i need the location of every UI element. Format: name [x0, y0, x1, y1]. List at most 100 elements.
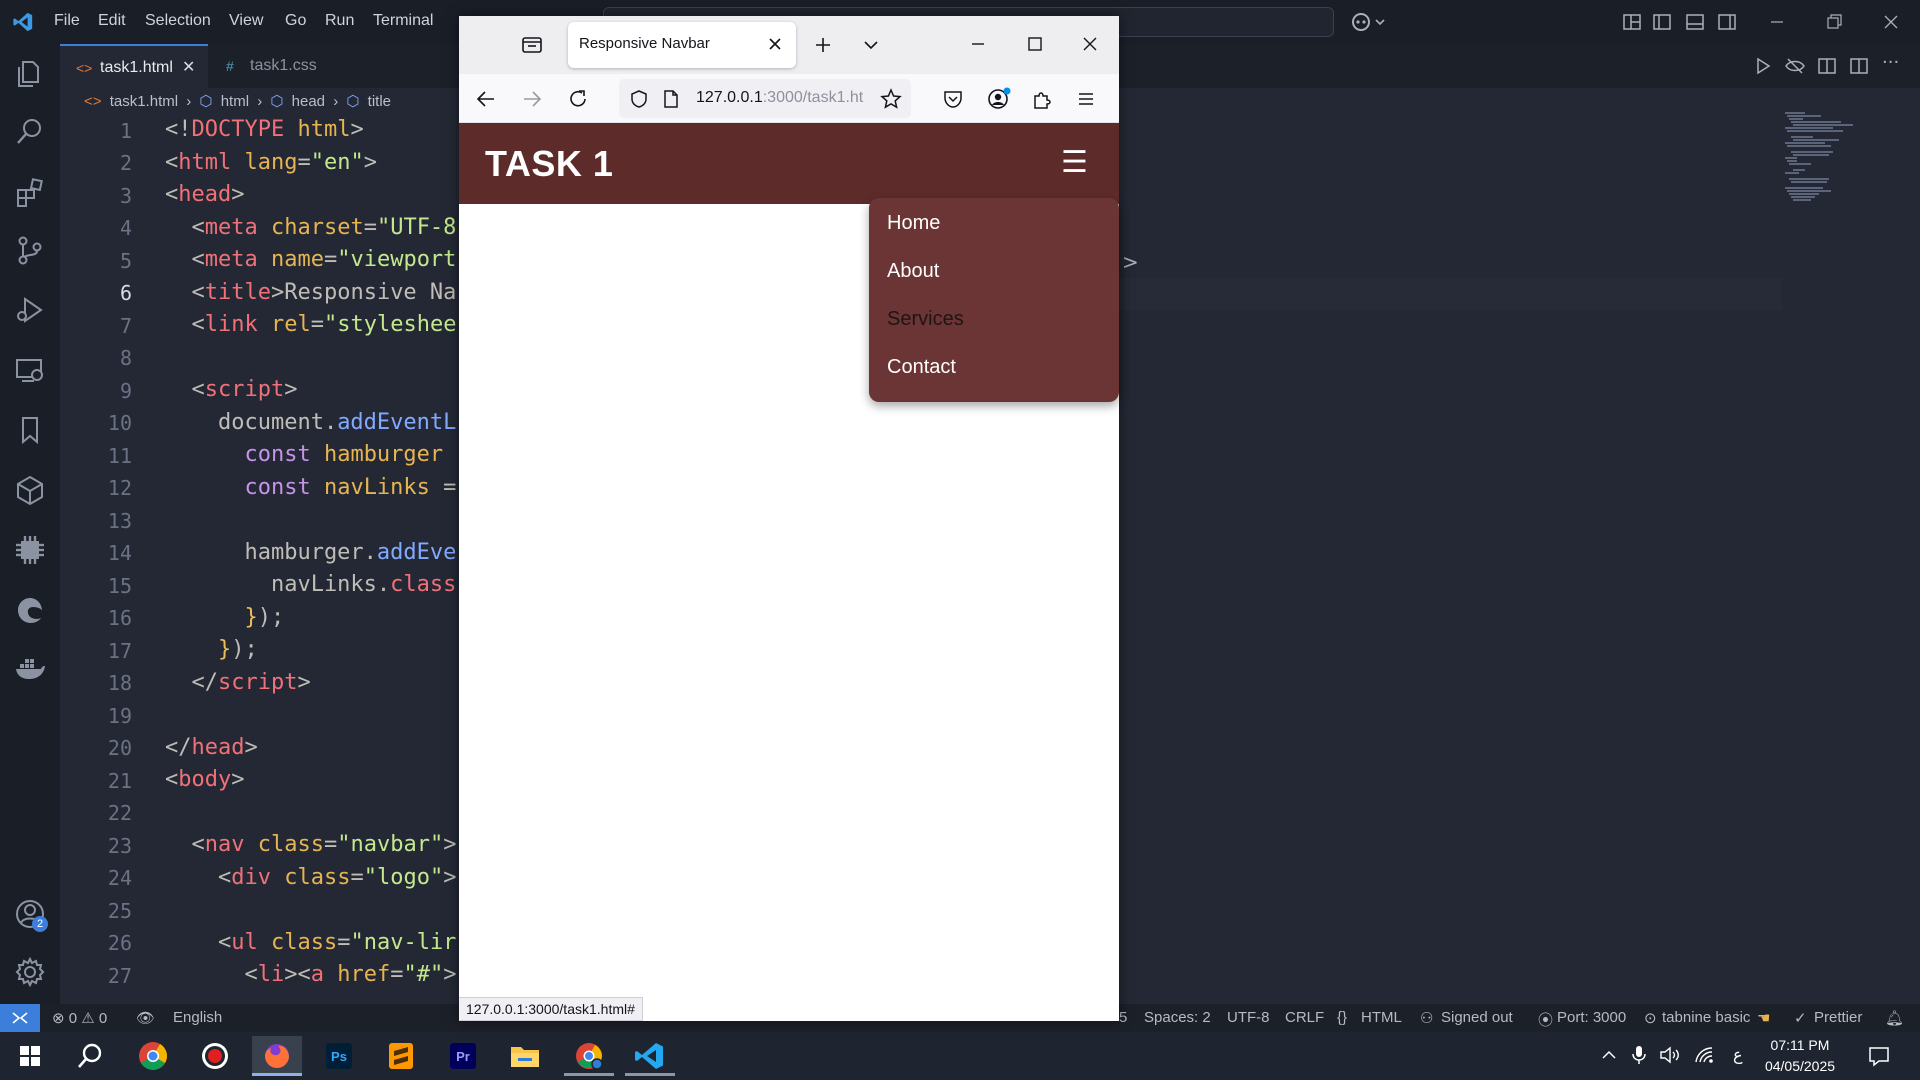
speaker-icon[interactable] [1659, 1045, 1683, 1065]
notification-center-icon[interactable] [1867, 1044, 1891, 1068]
toggle-panel-icon[interactable] [1685, 12, 1705, 32]
remote-explorer-icon[interactable] [14, 354, 46, 386]
code-line[interactable]: <meta name="viewport [165, 247, 456, 272]
menu-run[interactable]: Run [325, 12, 354, 30]
breadcrumb-item-html[interactable]: html [221, 93, 249, 110]
split-editor-icon[interactable] [1849, 56, 1869, 76]
code-line[interactable]: const navLinks = [165, 475, 456, 500]
nav-hamburger-icon[interactable]: ☰ [1061, 148, 1089, 178]
app-menu-hamburger-icon[interactable] [1077, 90, 1095, 108]
taskbar-search-icon[interactable] [65, 1036, 115, 1076]
explorer-icon[interactable] [14, 58, 46, 90]
layout-customize-icon[interactable] [1622, 12, 1642, 32]
end-of-line[interactable]: CRLF [1285, 1009, 1324, 1026]
code-line[interactable]: <head> [165, 182, 244, 207]
firefox-account-icon[interactable] [986, 87, 1012, 111]
ff-close-icon[interactable] [1082, 36, 1098, 52]
edge-devtools-icon[interactable] [14, 594, 46, 626]
nav-link-about[interactable]: About [887, 260, 939, 283]
breadcrumb-item-head[interactable]: head [292, 93, 325, 110]
nav-link-services[interactable]: Services [887, 308, 964, 331]
photoshop-icon[interactable]: Ps [314, 1036, 364, 1076]
taskbar-clock[interactable]: 07:11 PM 04/05/2025 [1740, 1035, 1860, 1077]
tab-task1-html[interactable]: <> task1.html ✕ [60, 44, 208, 88]
run-debug-icon[interactable] [14, 294, 46, 326]
accounts-icon[interactable]: 2 [14, 898, 48, 932]
code-line[interactable]: <ul class="nav-lir [165, 930, 456, 955]
wifi-icon[interactable] [1693, 1045, 1715, 1065]
breadcrumb-item-file[interactable]: task1.html [110, 93, 178, 110]
nav-link-home[interactable]: Home [887, 212, 940, 235]
code-line[interactable]: <link rel="styleshee [165, 312, 456, 337]
firefox-taskbar-icon[interactable] [252, 1036, 302, 1076]
preview-hidden-icon[interactable] [1785, 56, 1805, 76]
tabnine-status[interactable]: tabnine basic [1662, 1009, 1750, 1026]
reload-icon[interactable] [568, 89, 588, 109]
url-bar[interactable]: 127.0.0.1:3000/task1.ht [619, 79, 911, 118]
code-line[interactable]: const hamburger [165, 442, 443, 467]
close-tab-icon[interactable] [768, 37, 782, 51]
source-control-icon[interactable] [14, 234, 46, 266]
url-text[interactable]: 127.0.0.1:3000/task1.ht [696, 89, 871, 107]
tracking-protection-shield-icon[interactable] [629, 89, 649, 109]
code-line[interactable]: <meta charset="UTF-8 [165, 215, 456, 240]
bookmark-star-icon[interactable] [880, 88, 902, 110]
menu-view[interactable]: View [229, 12, 263, 30]
code-line[interactable]: }); [165, 605, 284, 630]
problems-indicator[interactable]: ⊗ 0 ⚠ 0 [52, 1009, 107, 1027]
page-info-icon[interactable] [662, 89, 680, 109]
new-tab-plus-icon[interactable] [814, 36, 832, 54]
menu-go[interactable]: Go [285, 12, 306, 30]
extensions-icon[interactable] [14, 176, 46, 208]
indentation[interactable]: Spaces: 2 [1144, 1009, 1211, 1026]
search-icon[interactable] [14, 116, 46, 148]
windows-start-icon[interactable] [5, 1036, 55, 1076]
language-mode[interactable]: HTML [1361, 1009, 1402, 1026]
pocket-icon[interactable] [942, 88, 964, 110]
open-preview-icon[interactable] [1817, 56, 1837, 76]
back-arrow-icon[interactable] [476, 89, 496, 109]
tray-overflow-chevron-icon[interactable] [1600, 1046, 1618, 1064]
chip-icon[interactable] [14, 534, 46, 566]
screen-recorder-icon[interactable] [190, 1036, 240, 1076]
packages-icon[interactable] [14, 474, 46, 506]
ff-minimize-icon[interactable] [970, 36, 986, 52]
bookmarks-icon[interactable] [14, 414, 46, 446]
code-line[interactable]: hamburger.addEve [165, 540, 456, 565]
copilot-icon[interactable] [1350, 11, 1386, 33]
code-line[interactable]: </script> [165, 670, 310, 695]
run-file-icon[interactable] [1753, 56, 1773, 76]
firefox-view-icon[interactable] [521, 34, 543, 56]
ff-maximize-icon[interactable] [1027, 36, 1043, 52]
close-window-icon[interactable] [1883, 12, 1899, 32]
chrome-profile-icon[interactable] [564, 1036, 614, 1076]
forward-arrow-icon[interactable] [522, 89, 542, 109]
code-line[interactable]: <nav class="navbar"> [165, 832, 456, 857]
code-line[interactable]: <html lang="en"> [165, 150, 377, 175]
code-line[interactable]: <script> [165, 377, 297, 402]
menu-file[interactable]: File [54, 12, 80, 30]
code-line[interactable]: <body> [165, 767, 244, 792]
toggle-primary-sidebar-icon[interactable] [1652, 12, 1672, 32]
page-logo[interactable]: TASK 1 [485, 143, 613, 185]
prettier-status[interactable]: Prettier [1814, 1009, 1862, 1026]
restore-icon[interactable] [1826, 12, 1842, 32]
list-all-tabs-chevron-icon[interactable] [863, 37, 879, 53]
microphone-icon[interactable] [1631, 1044, 1647, 1066]
close-tab-icon[interactable]: ✕ [182, 46, 195, 90]
menu-terminal[interactable]: Terminal [373, 12, 433, 30]
more-actions-icon[interactable]: ··· [1882, 52, 1899, 73]
code-line[interactable]: }); [165, 637, 258, 662]
code-line[interactable]: <title>Responsive Na [165, 280, 456, 305]
signed-out[interactable]: Signed out [1441, 1009, 1513, 1026]
toggle-secondary-sidebar-icon[interactable] [1717, 12, 1737, 32]
remote-indicator[interactable] [0, 1004, 40, 1032]
premiere-icon[interactable]: Pr [438, 1036, 488, 1076]
spellcheck-language[interactable]: English [173, 1009, 222, 1026]
code-line[interactable]: navLinks.class [165, 572, 456, 597]
nav-link-contact[interactable]: Contact [887, 356, 956, 379]
chrome-icon[interactable] [128, 1036, 178, 1076]
eye-icon[interactable]: 👁 [136, 1009, 155, 1027]
tab-task1-css[interactable]: # task1.css [210, 44, 360, 88]
code-line[interactable]: document.addEventL [165, 410, 456, 435]
